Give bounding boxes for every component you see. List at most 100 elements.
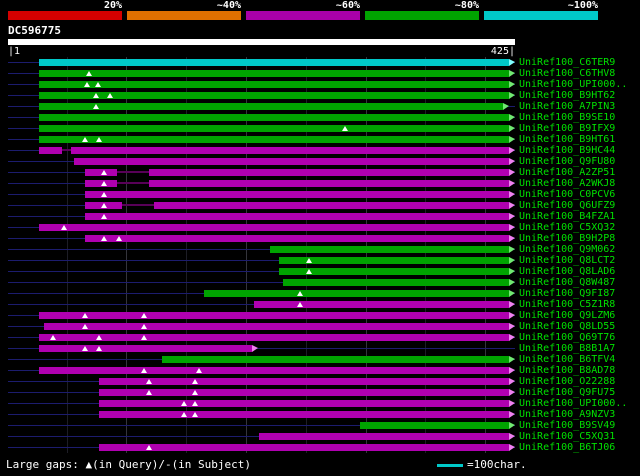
alignment-bar[interactable] (39, 70, 509, 77)
alignment-bar[interactable] (283, 279, 509, 286)
subject-label[interactable]: UniRef100_Q69T76 (519, 332, 615, 343)
gap-marker-icon (101, 192, 107, 197)
alignment-arrowhead (509, 246, 515, 253)
alignment-bar[interactable] (99, 378, 509, 385)
subject-label[interactable]: UniRef100_C0PCV6 (519, 189, 615, 200)
gap-marker-icon (96, 335, 102, 340)
gap-marker-icon (96, 137, 102, 142)
alignment-bar[interactable] (44, 323, 509, 330)
alignment-bar[interactable] (39, 367, 509, 374)
alignment-arrowhead (509, 356, 515, 363)
alignment-arrowhead (509, 213, 515, 220)
subject-label[interactable]: UniRef100_Q8LAD6 (519, 266, 615, 277)
alignment-bar[interactable] (71, 147, 509, 154)
alignment-row: UniRef100_O22288 (0, 376, 640, 387)
subject-label[interactable]: UniRef100_A7PIN3 (519, 101, 615, 112)
alignment-bar[interactable] (259, 433, 509, 440)
alignment-arrowhead (509, 224, 515, 231)
alignment-row: UniRef100_B9SE10 (0, 112, 640, 123)
subject-label[interactable]: UniRef100_Q6UFZ9 (519, 200, 615, 211)
subject-label[interactable]: UniRef100_C5XQ31 (519, 431, 615, 442)
alignment-bar[interactable] (99, 400, 509, 407)
alignment-bar[interactable] (62, 149, 71, 151)
alignment-bar[interactable] (279, 268, 509, 275)
alignment-bar[interactable] (39, 147, 62, 154)
alignment-bar[interactable] (39, 81, 509, 88)
subject-label[interactable]: UniRef100_Q9M062 (519, 244, 615, 255)
alignment-bar[interactable] (117, 171, 149, 173)
alignment-bar[interactable] (99, 411, 509, 418)
alignment-bar[interactable] (149, 180, 509, 187)
alignment-plot: UniRef100_C6TER9 UniRef100_C6THV8 UniRef10… (0, 57, 640, 453)
alignment-bar[interactable] (270, 246, 509, 253)
subject-label[interactable]: UniRef100_B8B1A7 (519, 343, 615, 354)
alignment-bar[interactable] (162, 356, 509, 363)
subject-label[interactable]: UniRef100_A2WKJ8 (519, 178, 615, 189)
subject-label[interactable]: UniRef100_B6TJ06 (519, 442, 615, 453)
subject-label[interactable]: UniRef100_B9IFX9 (519, 123, 615, 134)
alignment-bar[interactable] (279, 257, 509, 264)
subject-label[interactable]: UniRef100_B9HT62 (519, 90, 615, 101)
scale-segment (484, 11, 598, 20)
subject-label[interactable]: UniRef100_C5Z1R8 (519, 299, 615, 310)
alignment-bar[interactable] (39, 59, 509, 66)
alignment-bar[interactable] (99, 389, 509, 396)
alignment-bar[interactable] (254, 301, 509, 308)
alignment-bar[interactable] (39, 312, 509, 319)
subject-label[interactable]: UniRef100_O22288 (519, 376, 615, 387)
alignment-bar[interactable] (39, 103, 503, 110)
alignment-bar[interactable] (204, 290, 509, 297)
alignment-bar[interactable] (122, 204, 154, 206)
subject-label[interactable]: UniRef100_B8AD78 (519, 365, 615, 376)
scale-segment (365, 11, 479, 20)
subject-label[interactable]: UniRef100_B9H2P8 (519, 233, 615, 244)
subject-label[interactable]: UniRef100_C6THV8 (519, 68, 615, 79)
alignment-bar[interactable] (39, 125, 509, 132)
subject-label[interactable]: UniRef100_C6TER9 (519, 57, 615, 68)
gap-legend-label: Large gaps: ▲(in Query)/-(in Subject) (6, 458, 252, 471)
gap-marker-icon (141, 313, 147, 318)
gap-marker-icon (181, 401, 187, 406)
subject-label[interactable]: UniRef100_C5XQ32 (519, 222, 615, 233)
subject-label[interactable]: UniRef100_B6TFV4 (519, 354, 615, 365)
gap-marker-icon (93, 104, 99, 109)
alignment-arrowhead (503, 103, 509, 110)
alignment-bar[interactable] (85, 213, 509, 220)
alignment-arrowhead (509, 92, 515, 99)
alignment-row: UniRef100_C5XQ32 (0, 222, 640, 233)
alignment-bar[interactable] (39, 334, 509, 341)
alignment-bar[interactable] (99, 444, 509, 451)
alignment-row: UniRef100_B9H2P8 (0, 233, 640, 244)
subject-label[interactable]: UniRef100_A9NZV3 (519, 409, 615, 420)
subject-label[interactable]: UniRef100_A2ZP51 (519, 167, 615, 178)
subject-label[interactable]: UniRef100_UPI000.. (519, 398, 627, 409)
subject-label[interactable]: UniRef100_Q9FI87 (519, 288, 615, 299)
alignment-row: UniRef100_Q6UFZ9 (0, 200, 640, 211)
subject-label[interactable]: UniRef100_B9HC44 (519, 145, 615, 156)
gap-marker-icon (96, 346, 102, 351)
alignment-bar[interactable] (117, 182, 149, 184)
alignment-bar[interactable] (149, 169, 509, 176)
alignment-bar[interactable] (74, 158, 509, 165)
subject-label[interactable]: UniRef100_B9HT61 (519, 134, 615, 145)
alignment-bar[interactable] (39, 345, 252, 352)
alignment-bar[interactable] (85, 191, 509, 198)
subject-label[interactable]: UniRef100_Q8LD55 (519, 321, 615, 332)
alignment-bar[interactable] (85, 235, 509, 242)
subject-label[interactable]: UniRef100_Q9FU75 (519, 387, 615, 398)
subject-label[interactable]: UniRef100_Q9LZM6 (519, 310, 615, 321)
alignment-bar[interactable] (39, 224, 509, 231)
gap-marker-icon (116, 236, 122, 241)
scale-segment (8, 11, 122, 20)
alignment-bar[interactable] (360, 422, 509, 429)
subject-label[interactable]: UniRef100_B4FZA1 (519, 211, 615, 222)
subject-label[interactable]: UniRef100_B9SE10 (519, 112, 615, 123)
alignment-bar[interactable] (39, 114, 509, 121)
alignment-bar[interactable] (154, 202, 509, 209)
subject-label[interactable]: UniRef100_Q9FU80 (519, 156, 615, 167)
subject-label[interactable]: UniRef100_UPI000.. (519, 79, 627, 90)
subject-label[interactable]: UniRef100_Q8LCT2 (519, 255, 615, 266)
subject-label[interactable]: UniRef100_B9SV49 (519, 420, 615, 431)
subject-label[interactable]: UniRef100_Q8W487 (519, 277, 615, 288)
alignment-bar[interactable] (39, 136, 509, 143)
